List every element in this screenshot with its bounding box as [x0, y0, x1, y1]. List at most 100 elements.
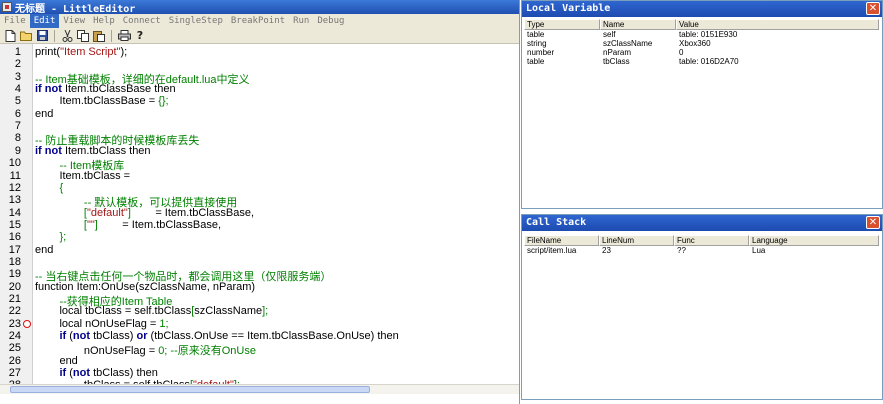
- column-header-filename[interactable]: FileName: [524, 235, 599, 246]
- call-stack-table: FileName LineNum Func Language script/it…: [524, 235, 879, 255]
- code-line[interactable]: 20 function Item:OnUse(szClassName, nPara…: [0, 281, 519, 293]
- column-header-linenum[interactable]: LineNum: [599, 235, 674, 246]
- cell-name: szClassName: [603, 39, 653, 48]
- menu-help[interactable]: Help: [89, 14, 119, 28]
- line-number: 20: [8, 280, 21, 293]
- open-folder-icon[interactable]: [19, 29, 33, 43]
- cell-language: Lua: [752, 246, 766, 255]
- line-number: 24: [8, 330, 21, 343]
- code-line[interactable]: 5 Item.tbClassBase = {};: [0, 95, 519, 107]
- cell-linenum: 23: [602, 246, 611, 255]
- line-number: 2: [14, 58, 21, 71]
- table-row[interactable]: table self table: 0151E930: [524, 30, 879, 39]
- code-line[interactable]: 12 {: [0, 182, 519, 194]
- line-number: 14: [8, 206, 21, 219]
- call-stack-title-bar: Call Stack ✕: [522, 215, 882, 231]
- code-line[interactable]: 14 ["default"] = Item.tbClassBase,: [0, 207, 519, 219]
- code-text: local tbClass = self.tbClass[szClassName…: [35, 305, 269, 318]
- code-text: end: [35, 354, 78, 367]
- code-line[interactable]: 22 local tbClass = self.tbClass[szClassN…: [0, 305, 519, 317]
- breakpoint-icon[interactable]: [23, 319, 31, 328]
- line-number: 8: [14, 132, 21, 145]
- code-line[interactable]: 11 Item.tbClass =: [0, 170, 519, 182]
- code-editor[interactable]: 1 print("Item Script"); 2 3 -- Item基础模板，详细的在…: [0, 44, 519, 394]
- code-line[interactable]: 7: [0, 120, 519, 132]
- code-line[interactable]: 18: [0, 256, 519, 268]
- paste-icon[interactable]: [92, 29, 106, 43]
- code-line[interactable]: 3 -- Item基础模板，详细的在default.lua中定义: [0, 70, 519, 86]
- help-icon[interactable]: ?: [133, 29, 147, 43]
- table-row[interactable]: table tbClass table: 016D2A70: [524, 57, 879, 66]
- code-line[interactable]: 27 if (not tbClass) then: [0, 367, 519, 379]
- cell-func: ??: [677, 246, 686, 255]
- menu-breakpoint[interactable]: BreakPoint: [227, 14, 289, 28]
- code-text: Item.tbClass =: [35, 169, 131, 182]
- code-text: end: [35, 243, 54, 256]
- cell-value: Xbox360: [679, 39, 711, 48]
- call-stack-title: Call Stack: [526, 217, 587, 228]
- code-line[interactable]: 17 end: [0, 244, 519, 256]
- code-text: if not Item.tbClass then: [35, 144, 151, 157]
- horizontal-scrollbar[interactable]: [0, 384, 519, 394]
- code-line[interactable]: 6 end: [0, 108, 519, 120]
- code-line[interactable]: 19 -- 当右键点击任何一个物品时，都会调用这里（仅限服务端）: [0, 268, 519, 283]
- column-header-language[interactable]: Language: [749, 235, 879, 246]
- line-number: 13: [8, 194, 21, 207]
- save-icon[interactable]: [35, 29, 49, 43]
- code-line[interactable]: 21 --获得相应的Item Table: [0, 293, 519, 308]
- copy-icon[interactable]: [76, 29, 90, 43]
- code-line[interactable]: 16 };: [0, 231, 519, 243]
- code-line[interactable]: 9 if not Item.tbClass then: [0, 145, 519, 157]
- code-line[interactable]: 15 [""] = Item.tbClassBase,: [0, 219, 519, 231]
- code-line[interactable]: 24 if (not tbClass) or (tbClass.OnUse ==…: [0, 330, 519, 342]
- new-file-icon[interactable]: [3, 29, 17, 43]
- code-line[interactable]: 26 end: [0, 355, 519, 367]
- line-number: 25: [8, 342, 21, 355]
- line-number: 27: [8, 367, 21, 380]
- column-header-name[interactable]: Name: [600, 19, 676, 30]
- line-number: 9: [14, 144, 21, 157]
- table-row[interactable]: string szClassName Xbox360: [524, 39, 879, 48]
- code-line[interactable]: 1 print("Item Script");: [0, 46, 519, 58]
- menu-view[interactable]: View: [59, 14, 89, 28]
- code-line[interactable]: 13 -- 默认模板，可以提供直接使用: [0, 194, 519, 209]
- code-line[interactable]: 25 nOnUseFlag = 0; --原来没有OnUse: [0, 342, 519, 357]
- menu-run[interactable]: Run: [289, 14, 313, 28]
- print-icon[interactable]: [117, 29, 131, 43]
- table-row[interactable]: script/item.lua 23 ?? Lua: [524, 246, 879, 255]
- line-number: 19: [8, 268, 21, 281]
- code-line[interactable]: 8 -- 防止重载脚本的时候模板库丢失: [0, 132, 519, 147]
- code-text: {: [59, 181, 64, 194]
- close-icon[interactable]: ✕: [866, 2, 880, 15]
- editor-titlebar: 无标题 - LittleEditor: [0, 0, 519, 15]
- code-text: end: [35, 107, 54, 120]
- code-text: print("Item Script");: [35, 46, 128, 58]
- line-number: 4: [14, 83, 21, 96]
- menu-edit[interactable]: Edit: [29, 14, 60, 28]
- line-number: 3: [14, 70, 21, 83]
- menu-debug[interactable]: Debug: [313, 14, 348, 28]
- editor-window: 无标题 - LittleEditor File Edit View Help C…: [0, 0, 520, 404]
- toolbar: ?: [0, 28, 519, 44]
- line-number: 23: [8, 317, 21, 330]
- cut-icon[interactable]: [60, 29, 74, 43]
- code-line[interactable]: 10 -- Item模板库: [0, 157, 519, 172]
- code-text: [""] = Item.tbClassBase,: [83, 218, 222, 231]
- cell-filename: script/item.lua: [527, 246, 577, 255]
- column-header-type[interactable]: Type: [524, 19, 600, 30]
- menu-singlestep[interactable]: SingleStep: [165, 14, 227, 28]
- code-line[interactable]: 4 if not Item.tbClassBase then: [0, 83, 519, 95]
- line-number: 21: [8, 293, 21, 305]
- line-number: 22: [8, 305, 21, 318]
- column-header-func[interactable]: Func: [674, 235, 749, 246]
- column-header-value[interactable]: Value: [676, 19, 879, 30]
- menu-connect[interactable]: Connect: [119, 14, 165, 28]
- menu-file[interactable]: File: [0, 14, 30, 28]
- table-row[interactable]: number nParam 0: [524, 48, 879, 57]
- close-icon[interactable]: ✕: [866, 216, 880, 229]
- scrollbar-thumb[interactable]: [10, 386, 370, 393]
- code-line[interactable]: 2: [0, 58, 519, 70]
- code-line[interactable]: 23 local nOnUseFlag = 1;: [0, 318, 519, 330]
- line-number: 26: [8, 354, 21, 367]
- line-number: 16: [8, 231, 21, 244]
